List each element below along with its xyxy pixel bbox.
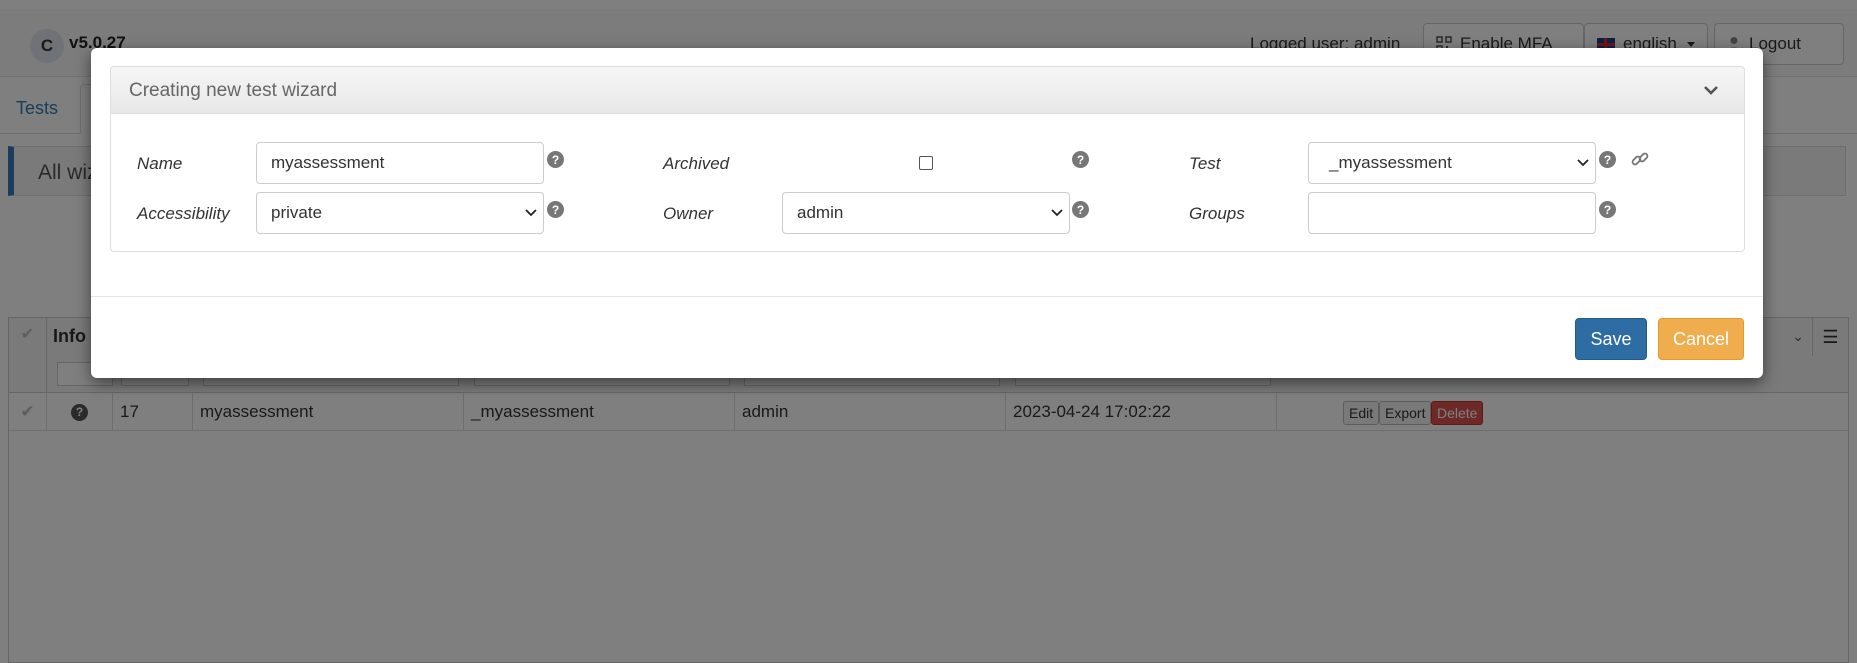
accessibility-select-value: private [271, 203, 323, 222]
groups-field[interactable] [1308, 192, 1596, 234]
help-icon[interactable]: ? [1072, 201, 1089, 218]
name-field-value: myassessment [271, 153, 385, 172]
link-icon[interactable] [1630, 149, 1650, 169]
accessibility-select[interactable]: private [256, 192, 544, 234]
archived-checkbox[interactable] [919, 156, 933, 170]
modal-footer-divider [91, 296, 1763, 297]
save-button[interactable]: Save [1575, 318, 1647, 360]
groups-label: Groups [1189, 204, 1245, 223]
modal-title: Creating new test wizard [129, 80, 338, 101]
name-label: Name [137, 154, 183, 173]
test-label: Test [1189, 154, 1221, 173]
test-select[interactable]: _myassessment [1308, 142, 1596, 184]
chevron-down-icon [525, 209, 537, 217]
help-icon[interactable]: ? [1072, 151, 1089, 168]
help-icon[interactable]: ? [547, 201, 564, 218]
chevron-down-icon[interactable] [1702, 81, 1720, 99]
archived-label: Archived [663, 154, 730, 173]
owner-select-value: admin [797, 203, 844, 222]
wizard-form-panel: Creating new test wizard Name myassessme… [110, 66, 1745, 252]
wizard-panel-header[interactable]: Creating new test wizard [111, 67, 1744, 114]
help-icon[interactable]: ? [1599, 151, 1616, 168]
help-icon[interactable]: ? [1599, 201, 1616, 218]
test-select-value: _myassessment [1329, 153, 1452, 172]
help-icon[interactable]: ? [547, 151, 564, 168]
chevron-down-icon [1577, 159, 1589, 167]
owner-select[interactable]: admin [782, 192, 1070, 234]
cancel-button[interactable]: Cancel [1658, 318, 1744, 360]
owner-label: Owner [663, 204, 714, 223]
accessibility-label: Accessibility [137, 204, 230, 223]
name-field[interactable]: myassessment [256, 142, 544, 184]
new-test-wizard-modal: Creating new test wizard Name myassessme… [91, 48, 1763, 378]
chevron-down-icon [1051, 209, 1063, 217]
